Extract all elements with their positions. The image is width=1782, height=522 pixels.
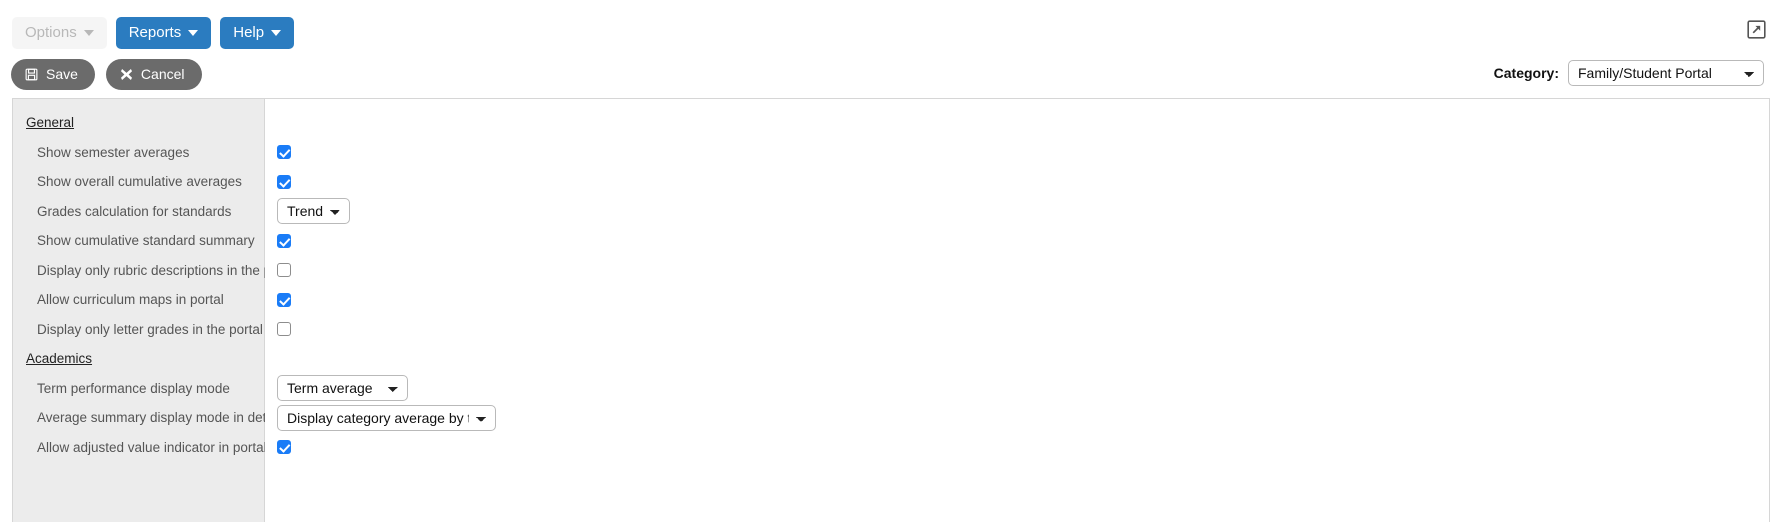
category-label: Category: <box>1494 65 1559 81</box>
display-only-rubric-descriptions-checkbox[interactable] <box>277 263 291 277</box>
options-menu-button[interactable]: Options <box>12 17 107 49</box>
setting-label-row: Average summary display mode in detail <box>13 403 264 433</box>
cancel-button[interactable]: Cancel <box>106 59 202 90</box>
control-row <box>265 167 1769 197</box>
section-heading-general: General <box>13 108 264 138</box>
floppy-disk-icon <box>25 68 38 81</box>
control-row <box>265 256 1769 286</box>
section-heading-academics: Academics <box>13 344 264 374</box>
control-row <box>265 315 1769 345</box>
category-select[interactable]: Family/Student Portal <box>1568 60 1764 86</box>
setting-label-row: Show semester averages <box>13 138 264 168</box>
setting-label-row: Term performance display mode <box>13 374 264 404</box>
help-menu-button[interactable]: Help <box>220 17 294 49</box>
settings-panel: General Show semester averages Show over… <box>12 98 1770 522</box>
save-button[interactable]: Save <box>11 59 95 90</box>
setting-label-row: Allow adjusted value indicator in portal… <box>13 433 264 463</box>
cancel-label: Cancel <box>141 67 185 81</box>
reports-menu-label: Reports <box>129 25 182 40</box>
grades-calculation-for-standards-select[interactable]: Trend <box>277 198 350 224</box>
average-summary-display-mode-select[interactable]: Display category average by term <box>277 405 496 431</box>
setting-label-row: Show cumulative standard summary <box>13 226 264 256</box>
chevron-down-icon <box>271 30 281 36</box>
control-row <box>265 138 1769 168</box>
setting-label-row: Allow curriculum maps in portal <box>13 285 264 315</box>
allow-curriculum-maps-checkbox[interactable] <box>277 293 291 307</box>
reports-menu-button[interactable]: Reports <box>116 17 212 49</box>
display-only-letter-grades-checkbox[interactable] <box>277 322 291 336</box>
control-row: Display category average by term <box>265 403 1769 433</box>
allow-adjusted-value-indicator-checkbox[interactable] <box>277 440 291 454</box>
control-row: Term average <box>265 374 1769 404</box>
save-label: Save <box>46 67 78 81</box>
options-menu-label: Options <box>25 25 77 40</box>
toolbar: Options Reports Help Save <box>0 0 1782 104</box>
menu-button-group: Options Reports Help <box>12 17 294 49</box>
setting-label-row: Display only rubric descriptions in the … <box>13 256 264 286</box>
help-menu-label: Help <box>233 25 264 40</box>
control-row <box>265 285 1769 315</box>
show-semester-averages-checkbox[interactable] <box>277 145 291 159</box>
control-row <box>265 226 1769 256</box>
chevron-down-icon <box>84 30 94 36</box>
action-button-group: Save Cancel <box>11 59 202 90</box>
category-selector: Category: Family/Student Portal <box>1494 60 1764 86</box>
control-row <box>265 433 1769 463</box>
term-performance-display-mode-select[interactable]: Term average <box>277 375 408 401</box>
show-cumulative-standard-summary-checkbox[interactable] <box>277 234 291 248</box>
control-row: Trend <box>265 197 1769 227</box>
setting-label-row: Show overall cumulative averages <box>13 167 264 197</box>
section-spacer-academics <box>265 344 1769 374</box>
setting-label-row: Grades calculation for standards <box>13 197 264 227</box>
settings-control-column: Trend Term average Display category aver… <box>265 99 1769 522</box>
section-spacer-general <box>265 108 1769 138</box>
settings-label-column: General Show semester averages Show over… <box>13 99 265 522</box>
close-x-icon <box>120 68 133 81</box>
show-overall-cumulative-averages-checkbox[interactable] <box>277 175 291 189</box>
setting-label-row: Display only letter grades in the portal <box>13 315 264 345</box>
chevron-down-icon <box>188 30 198 36</box>
open-in-new-window-icon[interactable] <box>1747 20 1766 39</box>
